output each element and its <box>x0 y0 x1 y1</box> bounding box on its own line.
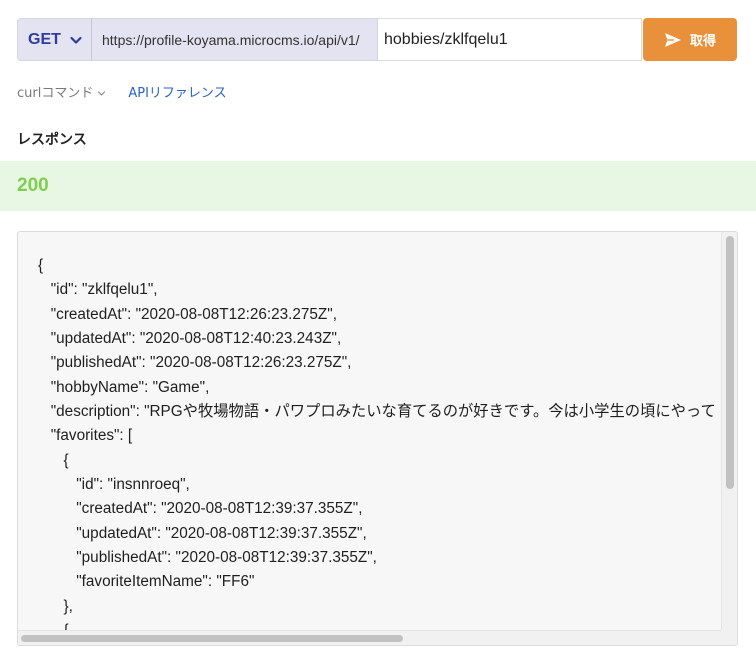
code-line: "createdAt": "2020-08-08T12:39:37.355Z", <box>38 500 363 518</box>
code-line: "favoriteItemName": "FF6" <box>38 573 255 591</box>
links-row: curlコマンド APIリファレンス <box>17 82 227 101</box>
code-line: "updatedAt": "2020-08-08T12:39:37.355Z", <box>38 524 367 542</box>
code-line: }, <box>38 597 73 615</box>
chevron-down-icon <box>69 33 83 47</box>
code-line: "publishedAt": "2020-08-08T12:39:37.355Z… <box>38 549 377 567</box>
code-line: "hobbyName": "Game", <box>38 378 210 396</box>
code-line: { <box>38 451 69 469</box>
code-line: "description": "RPGや牧場物語・パワプロみたいな育てるのが好き… <box>38 403 716 421</box>
curl-command-toggle[interactable]: curlコマンド <box>17 82 106 101</box>
code-line: "updatedAt": "2020-08-08T12:40:23.243Z", <box>38 330 342 348</box>
response-body-panel: { "id": "zklfqelu1", "createdAt": "2020-… <box>17 231 738 646</box>
code-line: "favorites": [ <box>38 427 133 445</box>
vertical-scrollbar-thumb[interactable] <box>726 236 734 489</box>
request-bar: GET https://profile-koyama.microcms.io/a… <box>17 18 642 61</box>
code-line: "publishedAt": "2020-08-08T12:26:23.275Z… <box>38 354 352 372</box>
send-icon <box>664 32 682 48</box>
code-line: "id": "insnnroeq", <box>38 476 190 494</box>
vertical-scrollbar[interactable] <box>721 232 737 631</box>
method-label: GET <box>28 30 61 48</box>
chevron-down-icon <box>97 87 106 96</box>
code-line: "id": "zklfqelu1", <box>38 281 158 299</box>
response-heading: レスポンス <box>17 132 87 148</box>
method-select[interactable]: GET <box>17 18 91 61</box>
scrollbar-corner <box>721 630 737 645</box>
status-bar: 200 <box>0 161 756 211</box>
horizontal-scrollbar[interactable] <box>18 630 722 645</box>
base-url: https://profile-koyama.microcms.io/api/v… <box>91 18 378 61</box>
endpoint-path-input[interactable] <box>378 18 642 61</box>
api-reference-link[interactable]: APIリファレンス <box>128 82 226 101</box>
code-line: "createdAt": "2020-08-08T12:26:23.275Z", <box>38 305 337 323</box>
curl-command-label: curlコマンド <box>17 86 94 101</box>
fetch-button[interactable]: 取得 <box>643 18 737 61</box>
status-code: 200 <box>17 175 49 196</box>
response-body[interactable]: { "id": "zklfqelu1", "createdAt": "2020-… <box>18 232 722 631</box>
code-line: { <box>38 257 44 274</box>
fetch-button-label: 取得 <box>689 34 716 49</box>
horizontal-scrollbar-thumb[interactable] <box>21 635 403 642</box>
